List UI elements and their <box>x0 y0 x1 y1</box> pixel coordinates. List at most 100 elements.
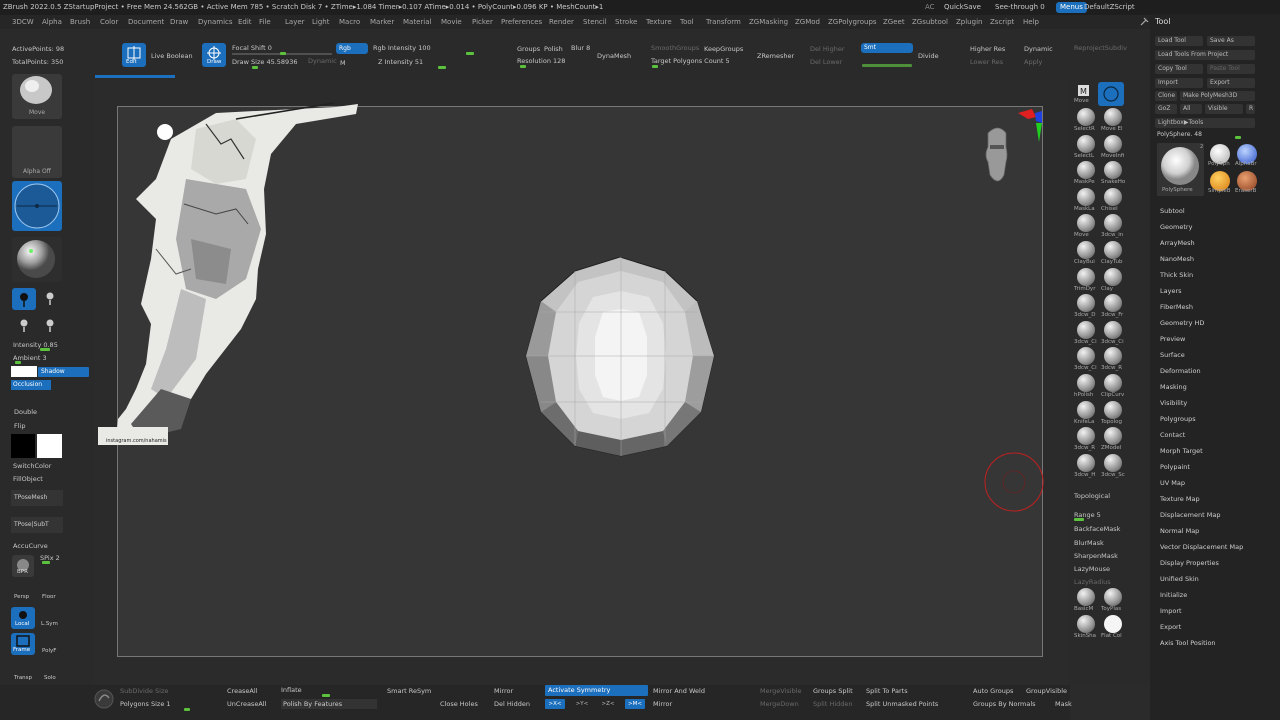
rgb-intensity-thumb[interactable] <box>466 52 474 55</box>
menu-material[interactable]: Material <box>403 15 431 29</box>
inflate-thumb[interactable] <box>322 694 330 697</box>
zremesher-button[interactable]: ZRemesher <box>757 52 794 60</box>
split-unmasked-points-button[interactable]: Split Unmasked Points <box>866 700 938 708</box>
palette-polypaint[interactable]: Polypaint <box>1160 463 1190 471</box>
menu-zgmasking[interactable]: ZGMasking <box>749 15 788 29</box>
groups-toggle[interactable]: Groups <box>517 45 540 53</box>
palette-layers[interactable]: Layers <box>1160 287 1182 295</box>
palette-axis-tool-position[interactable]: Axis Tool Position <box>1160 639 1216 647</box>
palette-texture-map[interactable]: Texture Map <box>1160 495 1200 503</box>
palette-arraymesh[interactable]: ArrayMesh <box>1160 239 1195 247</box>
suv-slider[interactable] <box>862 64 912 67</box>
solo-button[interactable]: Solo <box>44 675 56 681</box>
dynamic-toggle[interactable]: Dynamic <box>308 57 337 65</box>
palette-geometry-hd[interactable]: Geometry HD <box>1160 319 1204 327</box>
menu-help[interactable]: Help <box>1023 15 1039 29</box>
reproject-subdiv-button[interactable]: ReprojectSubdiv <box>1074 44 1127 52</box>
menu-file[interactable]: File <box>259 15 271 29</box>
range-thumb[interactable] <box>1074 518 1084 521</box>
menus-button[interactable]: Menus <box>1056 2 1087 13</box>
brush-selector[interactable]: Move <box>12 74 62 119</box>
divide-button[interactable]: Divide <box>918 52 939 60</box>
menu-macro[interactable]: Macro <box>339 15 360 29</box>
polyf-button[interactable]: PolyF <box>42 648 56 654</box>
palette-vector-displacement-map[interactable]: Vector Displacement Map <box>1160 543 1243 551</box>
backface-mask-toggle[interactable]: BackfaceMask <box>1074 525 1120 533</box>
smooth-groups-toggle[interactable]: SmoothGroups <box>651 44 699 52</box>
del-lower-button[interactable]: Del Lower <box>810 58 842 66</box>
move-viewport-button[interactable]: M Move <box>1072 82 1096 106</box>
tool-btn-import[interactable]: Import <box>1155 78 1203 88</box>
sharpen-mask-button[interactable]: SharpenMask <box>1074 552 1118 560</box>
polygons-size-slider[interactable]: Polygons Size 1 <box>120 700 171 708</box>
menu-light[interactable]: Light <box>312 15 329 29</box>
focal-shift-slider[interactable]: Focal Shift 0 <box>232 44 272 52</box>
tool-btn-lightbox-tools[interactable]: Lightbox▶Tools <box>1155 118 1255 128</box>
menu-color[interactable]: Color <box>100 15 118 29</box>
groups-split-button[interactable]: Groups Split <box>813 687 853 695</box>
tool-btn-all[interactable]: All <box>1180 104 1202 114</box>
palette-thick-skin[interactable]: Thick Skin <box>1160 271 1193 279</box>
menu-movie[interactable]: Movie <box>441 15 462 29</box>
menu-picker[interactable]: Picker <box>472 15 493 29</box>
lsym-button[interactable]: L.Sym <box>41 621 58 627</box>
resolution-slider[interactable]: Resolution 128 <box>517 57 565 65</box>
mirror-2-button[interactable]: Mirror <box>653 700 672 708</box>
tool-btn-load-tool[interactable]: Load Tool <box>1155 36 1203 46</box>
spix-thumb[interactable] <box>42 561 50 564</box>
palette-morph-target[interactable]: Morph Target <box>1160 447 1203 455</box>
merge-down-button[interactable]: MergeDown <box>760 700 799 708</box>
palette-pin-icon[interactable] <box>1138 16 1150 28</box>
menu-zgpolygroups[interactable]: ZGPolygroups <box>828 15 877 29</box>
palette-geometry[interactable]: Geometry <box>1160 223 1192 231</box>
m-sym-toggle[interactable]: >M< <box>625 699 645 709</box>
tpose-subt-button[interactable]: TPose|SubT <box>11 517 63 533</box>
light-1-button[interactable] <box>12 288 36 310</box>
higher-res-button[interactable]: Higher Res <box>970 45 1005 53</box>
palette-unified-skin[interactable]: Unified Skin <box>1160 575 1199 583</box>
menu-stencil[interactable]: Stencil <box>583 15 607 29</box>
menu-dynamics[interactable]: Dynamics <box>198 15 233 29</box>
canvas-viewport[interactable]: instagram.com/nahamis <box>98 102 1044 657</box>
menu-stroke[interactable]: Stroke <box>615 15 637 29</box>
target-polygons-slider[interactable]: Target Polygons Count 5 <box>651 57 730 65</box>
transp-button[interactable]: Transp <box>14 675 32 681</box>
tool-btn-goz[interactable]: GoZ <box>1155 104 1177 114</box>
current-tool-thumb[interactable]: PolySphere <box>1157 143 1204 196</box>
mirror-button[interactable]: Mirror <box>494 687 513 695</box>
menu-zscript[interactable]: Zscript <box>990 15 1014 29</box>
menu-zgsubtool[interactable]: ZGsubtool <box>912 15 948 29</box>
z-intensity-thumb[interactable] <box>438 66 446 69</box>
menu-tool[interactable]: Tool <box>680 15 694 29</box>
menu-texture[interactable]: Texture <box>646 15 672 29</box>
default-zscript-button[interactable]: DefaultZScript <box>1084 0 1135 15</box>
rotate-viewport-button[interactable] <box>1098 82 1124 106</box>
lazy-radius-slider[interactable]: LazyRadius <box>1074 578 1111 586</box>
palette-polygroups[interactable]: Polygroups <box>1160 415 1196 423</box>
menu-preferences[interactable]: Preferences <box>501 15 542 29</box>
floor-button[interactable]: Floor <box>42 594 56 600</box>
tool-btn-save-as[interactable]: Save As <box>1207 36 1255 46</box>
switch-color-button[interactable]: SwitchColor <box>13 462 51 470</box>
y-sym-toggle[interactable]: >Y< <box>572 699 592 709</box>
polygons-size-thumb[interactable] <box>184 708 190 711</box>
menu-zplugin[interactable]: Zplugin <box>956 15 982 29</box>
dynamesh-button[interactable]: DynaMesh <box>597 52 631 60</box>
palette-export[interactable]: Export <box>1160 623 1181 631</box>
z-sym-toggle[interactable]: >Z< <box>598 699 618 709</box>
palette-surface[interactable]: Surface <box>1160 351 1185 359</box>
del-hidden-button[interactable]: Del Hidden <box>494 700 530 708</box>
menu-marker[interactable]: Marker <box>370 15 394 29</box>
group-visible-button[interactable]: GroupVisible <box>1026 687 1067 695</box>
merge-visible-button[interactable]: MergeVisible <box>760 687 802 695</box>
live-boolean-button[interactable]: Live Boolean <box>151 52 193 60</box>
palette-import[interactable]: Import <box>1160 607 1182 615</box>
secondary-color-swatch[interactable] <box>11 434 35 458</box>
palette-uv-map[interactable]: UV Map <box>1160 479 1185 487</box>
rgb-button[interactable]: Rgb <box>336 43 368 54</box>
polysphere-mesh[interactable] <box>523 257 718 457</box>
palette-subtool[interactable]: Subtool <box>1160 207 1185 215</box>
navigation-gizmo[interactable] <box>976 107 1044 192</box>
main-color-swatch[interactable] <box>37 434 62 458</box>
polysphere-slider-thumb[interactable] <box>1235 136 1241 139</box>
